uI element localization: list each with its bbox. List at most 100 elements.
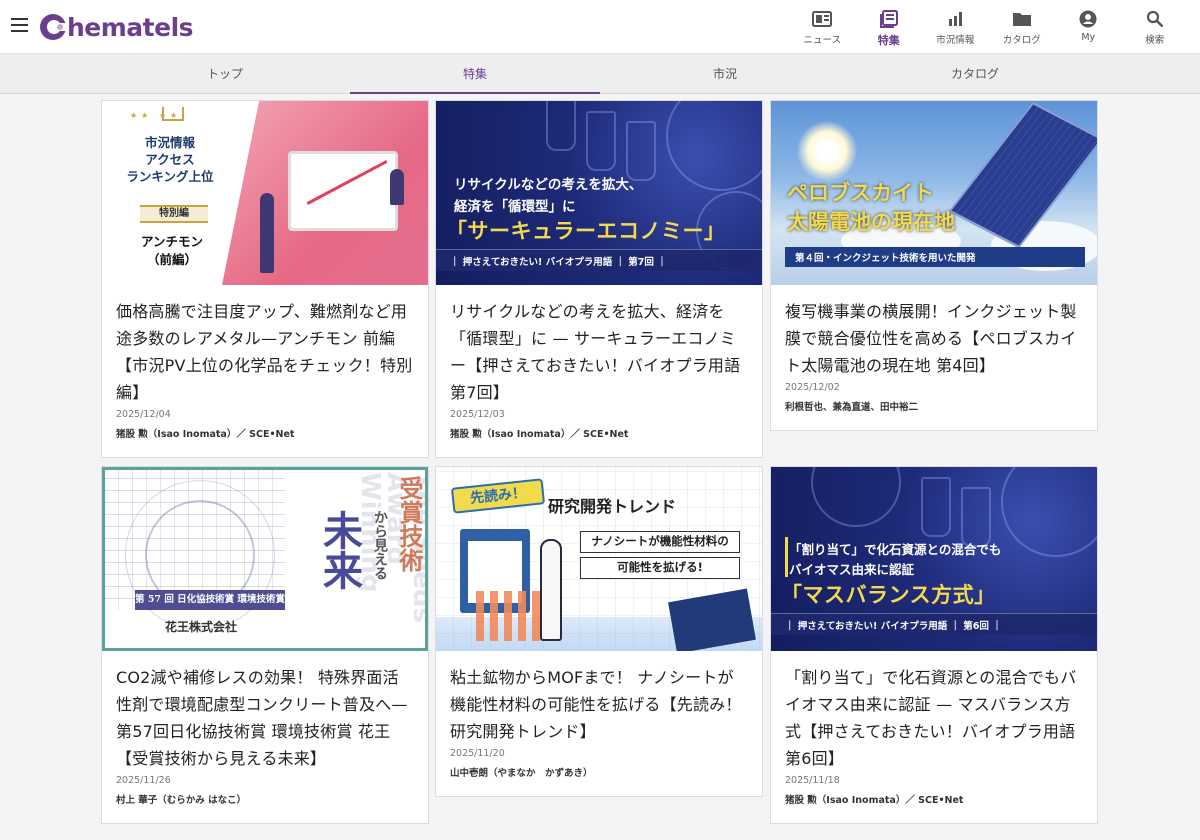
- thumbnail-line1: リサイクルなどの考えを拡大、: [454, 177, 643, 193]
- article-title[interactable]: 粘土鉱物からMOFまで！ ナノシートが機能性材料の可能性を拡げる【先読み！研究開…: [450, 664, 748, 745]
- folder-icon: [1012, 10, 1032, 28]
- article-author: 山中壱朗（やまなか かずあき）: [450, 768, 593, 779]
- nav-feature[interactable]: 特集: [856, 0, 923, 54]
- tab-feature[interactable]: 特集: [350, 54, 600, 94]
- hamburger-menu-icon[interactable]: [11, 18, 28, 32]
- nav-feature-label: 特集: [877, 34, 900, 47]
- article-date: 2025/11/26: [116, 775, 171, 786]
- article-title[interactable]: CO2減や補修レスの効果！ 特殊界面活性剤で環境配慮型コンクリート普及へ—第57…: [116, 664, 414, 772]
- sub-tab-bar: トップ 特集 市況 カタログ: [0, 54, 1200, 94]
- card-body: 複写機事業の横展開！インクジェット製膜で競合優位性を高める【ペロブスカイト太陽電…: [771, 285, 1097, 425]
- thumbnail-title: ペロブスカイト 太陽電池の現在地: [787, 179, 955, 237]
- cup-illustration: [586, 111, 616, 171]
- article-thumbnail[interactable]: 先読み！ 研究開発トレンド ナノシートが機能性材料の 可能性を拡げる!: [436, 467, 762, 651]
- thumbnail-title-line2: 太陽電池の現在地: [787, 210, 955, 234]
- app-header: hematels ニュース 特集 市況情報 カタログ My 検索: [0, 0, 1200, 54]
- article-thumbnail[interactable]: The Seeds Award Winning 受賞技術 から見える 未来 第 …: [102, 467, 428, 651]
- cup-illustration: [626, 121, 656, 181]
- nav-market[interactable]: 市況情報: [922, 0, 989, 54]
- thumbnail-series-bar: ｜ 押さえておきたい! バイオプラ用語 ｜ 第6回 ｜: [771, 613, 1097, 635]
- article-title[interactable]: リサイクルなどの考えを拡大、経済を「循環型」に — サーキュラーエコノミー【押さ…: [450, 298, 748, 406]
- card-body: リサイクルなどの考えを拡大、経済を「循環型」に — サーキュラーエコノミー【押さ…: [436, 285, 762, 452]
- article-title[interactable]: 複写機事業の横展開！インクジェット製膜で競合優位性を高める【ペロブスカイト太陽電…: [785, 298, 1083, 379]
- person-illustration: [260, 193, 274, 273]
- cup-illustration: [546, 101, 576, 151]
- test-tubes-illustration: [476, 591, 540, 641]
- article-author: 猪股 勲（Isao Inomata）／ SCE•Net: [450, 429, 629, 440]
- newspaper-icon: [812, 10, 833, 28]
- thumbnail-line2: バイオマス由来に認証: [789, 562, 915, 577]
- article-card[interactable]: 「割り当て」で化石資源との混合でも バイオマス由来に認証 「マスバランス方式」 …: [770, 466, 1098, 824]
- article-date: 2025/12/04: [116, 409, 171, 420]
- card-body: CO2減や補修レスの効果！ 特殊界面活性剤で環境配慮型コンクリート普及へ—第57…: [102, 651, 428, 818]
- article-card[interactable]: ★★ ★★ 市況情報 アクセス ランキング上位 特別編 アンチモン （前編） 価…: [101, 100, 429, 458]
- cup-illustration: [961, 487, 991, 547]
- plate-illustration: [811, 467, 901, 527]
- article-date: 2025/11/20: [450, 748, 505, 759]
- thumbnail-line2: 経済を「循環型」に: [454, 199, 576, 215]
- thumbnail-line1: 「割り当て」で化石資源との混合でも: [789, 542, 1002, 557]
- article-title[interactable]: 「割り当て」で化石資源との混合でもバイオマス由来に認証 — マスバランス方式【押…: [785, 664, 1083, 772]
- series-bar-text: ｜ 押さえておきたい! バイオプラ用語 ｜ 第6回 ｜: [785, 621, 1002, 632]
- article-title[interactable]: 価格高騰で注目度アップ、難燃剤など用途多数のレアメタル—アンチモン 前編【市況P…: [116, 298, 414, 406]
- scientist-illustration: [540, 539, 562, 641]
- article-card[interactable]: The Seeds Award Winning 受賞技術 から見える 未来 第 …: [101, 466, 429, 824]
- article-date: 2025/11/18: [785, 775, 840, 786]
- nav-news[interactable]: ニュース: [789, 0, 856, 54]
- thumbnail-award-label: 第 57 回 日化協技術賞 環境技術賞: [135, 590, 285, 610]
- thumbnail-kanji-main: 受賞技術: [395, 476, 423, 572]
- card-body: 価格高騰で注目度アップ、難燃剤など用途多数のレアメタル—アンチモン 前編【市況P…: [102, 285, 428, 452]
- site-logo[interactable]: hematels: [40, 10, 194, 44]
- thumbnail-name: アンチモン （前編）: [140, 234, 203, 267]
- thumbnail-title: 研究開発トレンド: [548, 497, 677, 516]
- nav-my[interactable]: My: [1055, 0, 1122, 54]
- nav-search[interactable]: 検索: [1122, 0, 1189, 54]
- accent-bar: [785, 537, 788, 577]
- article-date: 2025/12/02: [785, 382, 840, 393]
- thumbnail-series-bar: 第４回・インクジェット技術を用いた開発: [785, 247, 1085, 267]
- article-thumbnail[interactable]: ペロブスカイト 太陽電池の現在地 第４回・インクジェット技術を用いた開発: [771, 101, 1097, 285]
- series-bar-text: ｜ 押さえておきたい! バイオプラ用語 ｜ 第7回 ｜: [450, 257, 667, 268]
- nav-catalog-label: カタログ: [1002, 35, 1041, 46]
- article-thumbnail[interactable]: リサイクルなどの考えを拡大、 経済を「循環型」に 「サーキュラーエコノミー」 ｜…: [436, 101, 762, 285]
- card-body: 「割り当て」で化石資源との混合でもバイオマス由来に認証 — マスバランス方式【押…: [771, 651, 1097, 818]
- article-date: 2025/12/03: [450, 409, 505, 420]
- article-card[interactable]: 先読み！ 研究開発トレンド ナノシートが機能性材料の 可能性を拡げる! 粘土鉱物…: [435, 466, 763, 797]
- person-illustration: [390, 169, 404, 205]
- tab-top[interactable]: トップ: [100, 54, 350, 93]
- article-thumbnail[interactable]: ★★ ★★ 市況情報 アクセス ランキング上位 特別編 アンチモン （前編）: [102, 101, 428, 285]
- logo-mark-icon: [40, 14, 66, 40]
- bar-chart-icon: [945, 10, 965, 28]
- tab-catalog[interactable]: カタログ: [850, 54, 1100, 93]
- thumbnail-company: 花王株式会社: [165, 620, 238, 634]
- account-icon: [1078, 10, 1098, 28]
- nav-my-label: My: [1081, 32, 1096, 43]
- article-card[interactable]: リサイクルなどの考えを拡大、 経済を「循環型」に 「サーキュラーエコノミー」 ｜…: [435, 100, 763, 458]
- search-icon: [1145, 10, 1165, 28]
- crown-icon: [162, 107, 184, 121]
- article-author: 猪股 勲（Isao Inomata）／ SCE•Net: [785, 795, 964, 806]
- thumbnail-kanji-sub: から見える: [372, 510, 388, 580]
- card-body: 粘土鉱物からMOFまで！ ナノシートが機能性材料の可能性を拡げる【先読み！研究開…: [436, 651, 762, 791]
- nav-catalog[interactable]: カタログ: [989, 0, 1056, 54]
- sun-illustration: [797, 121, 857, 181]
- thumbnail-ribbon: 特別編: [140, 205, 208, 223]
- thumbnail-big-title: 「マスバランス方式」: [781, 583, 996, 607]
- cup-illustration: [921, 477, 951, 537]
- plate-illustration: [666, 101, 762, 191]
- series-bar-text: 第４回・インクジェット技術を用いた開発: [795, 253, 976, 264]
- article-card[interactable]: ペロブスカイト 太陽電池の現在地 第４回・インクジェット技術を用いた開発 複写機事…: [770, 100, 1098, 431]
- article-author: 猪股 勲（Isao Inomata）／ SCE•Net: [116, 429, 295, 440]
- tab-market[interactable]: 市況: [600, 54, 850, 93]
- thumbnail-caption-box: ナノシートが機能性材料の: [580, 531, 740, 553]
- feature-icon: [879, 10, 899, 28]
- thumbnail-title-line1: ペロブスカイト: [787, 181, 934, 205]
- logo-text: hematels: [67, 12, 194, 42]
- thumbnail-series-bar: ｜ 押さえておきたい! バイオプラ用語 ｜ 第7回 ｜: [436, 249, 762, 271]
- thumbnail-caption-box: 可能性を拡げる!: [580, 557, 740, 579]
- article-thumbnail[interactable]: 「割り当て」で化石資源との混合でも バイオマス由来に認証 「マスバランス方式」 …: [771, 467, 1097, 651]
- nav-market-label: 市況情報: [936, 35, 975, 46]
- top-navigation: ニュース 特集 市況情報 カタログ My 検索: [789, 0, 1188, 54]
- thumbnail-kanji-future: 未来: [316, 510, 362, 590]
- thumbnail-heading: 市況情報 アクセス ランキング上位: [126, 135, 214, 184]
